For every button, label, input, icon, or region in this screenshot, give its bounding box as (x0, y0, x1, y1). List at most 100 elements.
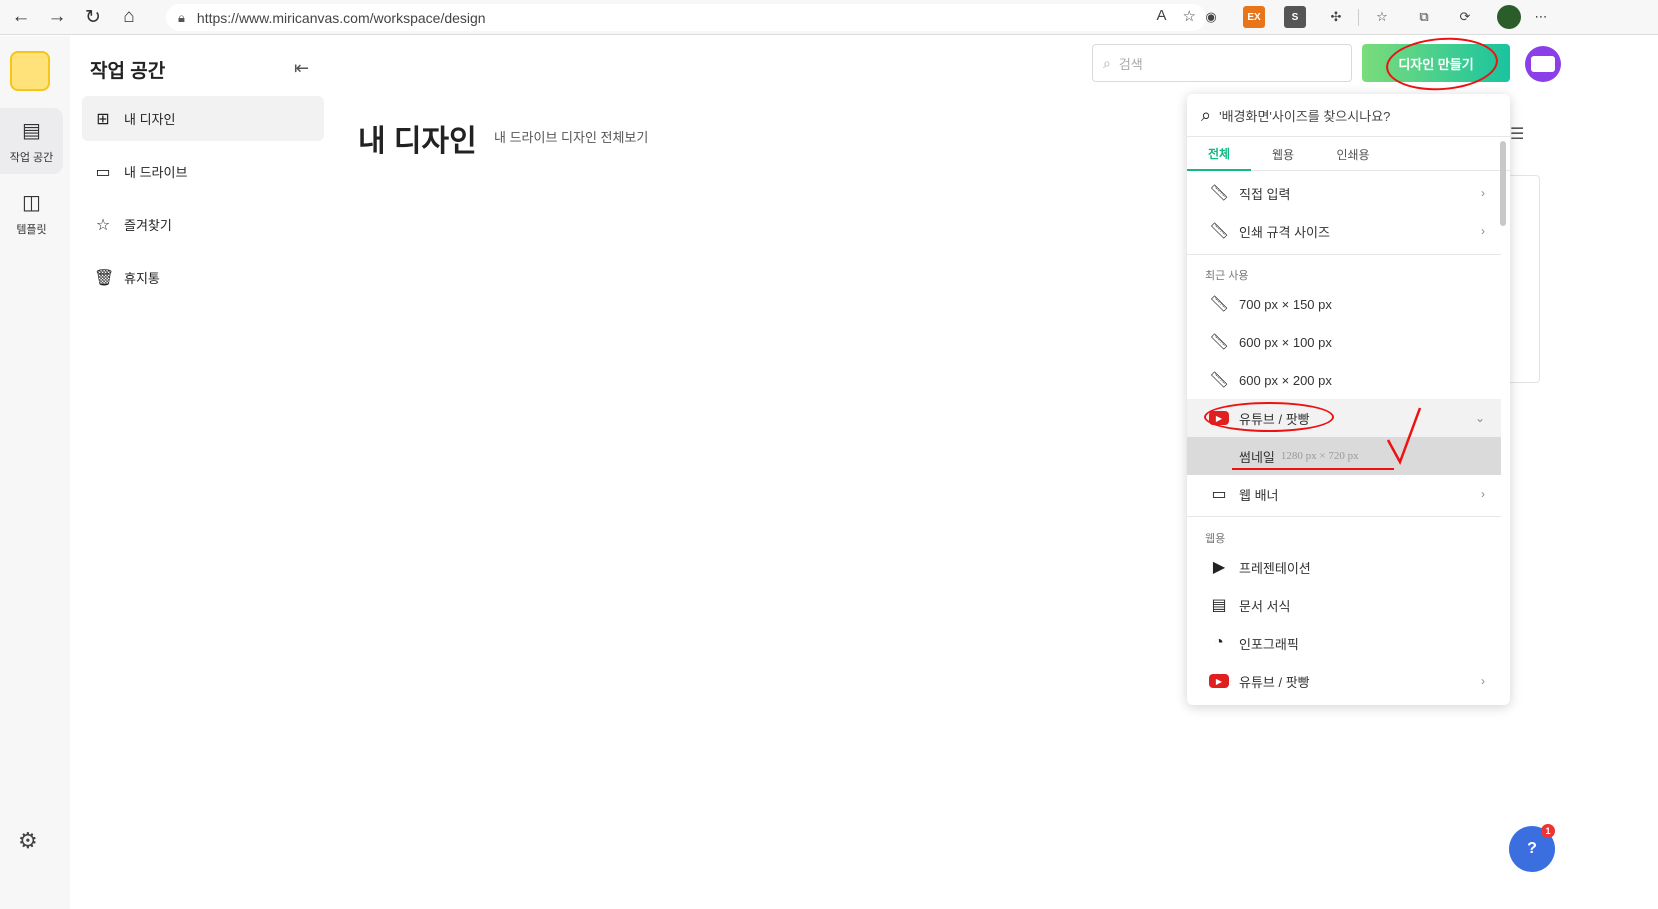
profile-avatar[interactable] (1497, 5, 1521, 29)
custom-size-item[interactable]: 📏︎ 직접 입력 › (1187, 174, 1501, 212)
app-logo[interactable] (10, 51, 50, 91)
rail-item-label: 템플릿 (16, 223, 47, 236)
print-size-label: 인쇄 규격 사이즈 (1239, 224, 1330, 240)
search-icon: ⌕ (1103, 54, 1111, 71)
forward-icon[interactable]: → (42, 2, 72, 32)
recent-size-item[interactable]: 📏︎ 700 px × 150 px (1187, 285, 1501, 323)
lock-icon: 🔒︎ (178, 9, 185, 25)
notification-badge: 1 (1541, 824, 1555, 838)
chevron-right-icon: › (1481, 487, 1485, 501)
extension-ex-icon[interactable]: EX (1243, 6, 1265, 28)
help-button[interactable]: ? 1 (1509, 824, 1555, 872)
print-size-item[interactable]: 📏︎ 인쇄 규격 사이즈 › (1187, 212, 1501, 250)
chevron-right-icon: › (1481, 224, 1485, 238)
list-view-icon[interactable]: ☰ (1510, 124, 1524, 144)
sidebar-item-label: 휴지통 (124, 271, 160, 286)
recent-size-item[interactable]: 📏︎ 600 px × 200 px (1187, 361, 1501, 399)
ruler-icon: 📏︎ (1209, 334, 1230, 351)
recent-header: 최근 사용 (1205, 270, 1249, 282)
ruler-icon: 📏︎ (1209, 223, 1230, 240)
back-icon[interactable]: ← (6, 2, 36, 32)
web-banner-item[interactable]: ▭ 웹 배너 › (1187, 475, 1501, 513)
create-design-dropdown: ⌕ '배경화면'사이즈를 찾으시나요? 전체 웹용 인쇄용 📏︎ 직접 입력 ›… (1187, 94, 1510, 705)
toolbar-separator (1358, 9, 1359, 26)
web-item-label: 인포그래픽 (1239, 636, 1299, 652)
layout-icon: ◫ (22, 191, 41, 214)
chevron-down-icon: ⌄ (1474, 411, 1485, 425)
thumbnail-label: 썸네일 (1239, 449, 1275, 465)
presentation-item[interactable]: ▶ 프레젠테이션 (1187, 548, 1501, 586)
sidebar-item-label: 즐겨찾기 (124, 218, 172, 233)
extension-s-icon[interactable]: S (1284, 6, 1306, 28)
address-bar[interactable]: 🔒︎ https://www.miricanvas.com/workspace/… (166, 4, 1206, 31)
custom-size-label: 직접 입력 (1239, 186, 1291, 202)
sidebar-item-favorites[interactable]: ☆ 즐겨찾기 (82, 202, 324, 247)
browser-toolbar: ← → ↻ ⌂ 🔒︎ https://www.miricanvas.com/wo… (0, 0, 1658, 35)
web-item-label: 유튜브 / 팟빵 (1239, 674, 1310, 690)
dropdown-scrollbar[interactable] (1500, 141, 1506, 226)
url-text: https://www.miricanvas.com/workspace/des… (196, 9, 486, 26)
sidebar-item-label: 내 드라이브 (124, 165, 188, 180)
size-tabs: 전체 웹용 인쇄용 (1187, 137, 1510, 171)
favorite-add-icon[interactable]: ☆ (1183, 7, 1196, 25)
collections-icon[interactable]: ⧉ (1413, 6, 1435, 28)
favorites-icon[interactable]: ☆ (1371, 6, 1393, 28)
more-menu-icon[interactable]: ⋯ (1530, 6, 1552, 28)
tab-all[interactable]: 전체 (1187, 137, 1251, 171)
chevron-right-icon: › (1481, 674, 1485, 688)
recent-size-label: 700 px × 150 px (1239, 296, 1332, 312)
size-search-input[interactable]: ⌕ '배경화면'사이즈를 찾으시나요? (1187, 94, 1510, 137)
star-icon: ☆ (95, 216, 111, 234)
web-header: 웹용 (1205, 533, 1226, 545)
home-icon[interactable]: ⌂ (114, 2, 144, 32)
search-icon: ⌕ (1201, 104, 1212, 125)
ruler-icon: 📏︎ (1209, 372, 1230, 389)
rail-item-workspace[interactable]: ▤ 작업 공간 (0, 108, 63, 174)
divider (1187, 254, 1501, 255)
extension-shield-icon[interactable]: ◉ (1200, 6, 1222, 28)
help-label: ? (1527, 840, 1537, 857)
collapse-panel-icon[interactable]: ⇤ (294, 58, 309, 79)
rail-item-label: 작업 공간 (9, 151, 54, 164)
chevron-right-icon: › (1481, 186, 1485, 200)
extensions-puzzle-icon[interactable]: ✣ (1325, 6, 1347, 28)
infographic-icon: ◔ (1214, 634, 1224, 651)
sidebar-item-my-drive[interactable]: ▭ 내 드라이브 (82, 149, 324, 194)
read-aloud-icon[interactable]: A (1157, 7, 1167, 25)
search-placeholder: 검색 (1118, 56, 1143, 72)
trash-icon: 🗑︎ (94, 269, 115, 287)
rail-item-templates[interactable]: ◫ 템플릿 (0, 180, 63, 246)
size-search-placeholder: '배경화면'사이즈를 찾으시나요? (1219, 108, 1391, 124)
gear-icon[interactable]: ⚙ (18, 828, 38, 854)
annotation-underline (1232, 468, 1394, 470)
archive-icon: ▤ (22, 119, 41, 142)
user-avatar[interactable] (1525, 46, 1561, 82)
ruler-icon: 📏︎ (1209, 296, 1230, 313)
tab-print[interactable]: 인쇄용 (1321, 137, 1385, 171)
search-input[interactable]: ⌕ 검색 (1092, 44, 1352, 82)
web-item-label: 문서 서식 (1239, 598, 1291, 614)
grid-icon: ⊞ (96, 110, 110, 128)
document-item[interactable]: ▤ 문서 서식 (1187, 586, 1501, 624)
design-card-placeholder (1509, 175, 1540, 383)
recent-size-label: 600 px × 100 px (1239, 334, 1332, 350)
panel-title: 작업 공간 (90, 61, 166, 82)
refresh-icon[interactable]: ↻ (78, 2, 108, 32)
tab-web[interactable]: 웹용 (1251, 137, 1315, 171)
sync-icon[interactable]: ⟳ (1454, 6, 1476, 28)
infographic-item[interactable]: ◔ 인포그래픽 (1187, 624, 1501, 662)
workspace-panel: 작업 공간 ⇤ ⊞ 내 디자인 ▭ 내 드라이브 ☆ 즐겨찾기 🗑︎ 휴지통 (70, 36, 332, 909)
page-subtitle: 내 드라이브 디자인 전체보기 (494, 130, 649, 145)
divider (1187, 516, 1501, 517)
page-title: 내 디자인 (358, 125, 477, 158)
ruler-icon: 📏︎ (1209, 185, 1230, 202)
recent-size-item[interactable]: 📏︎ 600 px × 100 px (1187, 323, 1501, 361)
youtube-web-item[interactable]: ▶ 유튜브 / 팟빵 › (1187, 662, 1501, 700)
sidebar-item-my-designs[interactable]: ⊞ 내 디자인 (82, 96, 324, 141)
presentation-icon: ▶ (1212, 559, 1226, 576)
sidebar-item-trash[interactable]: 🗑︎ 휴지통 (82, 255, 324, 300)
avatar-glyph (1531, 56, 1555, 72)
document-icon: ▤ (1211, 597, 1227, 614)
annotation-circle (1204, 402, 1334, 432)
youtube-icon: ▶ (1209, 674, 1229, 688)
